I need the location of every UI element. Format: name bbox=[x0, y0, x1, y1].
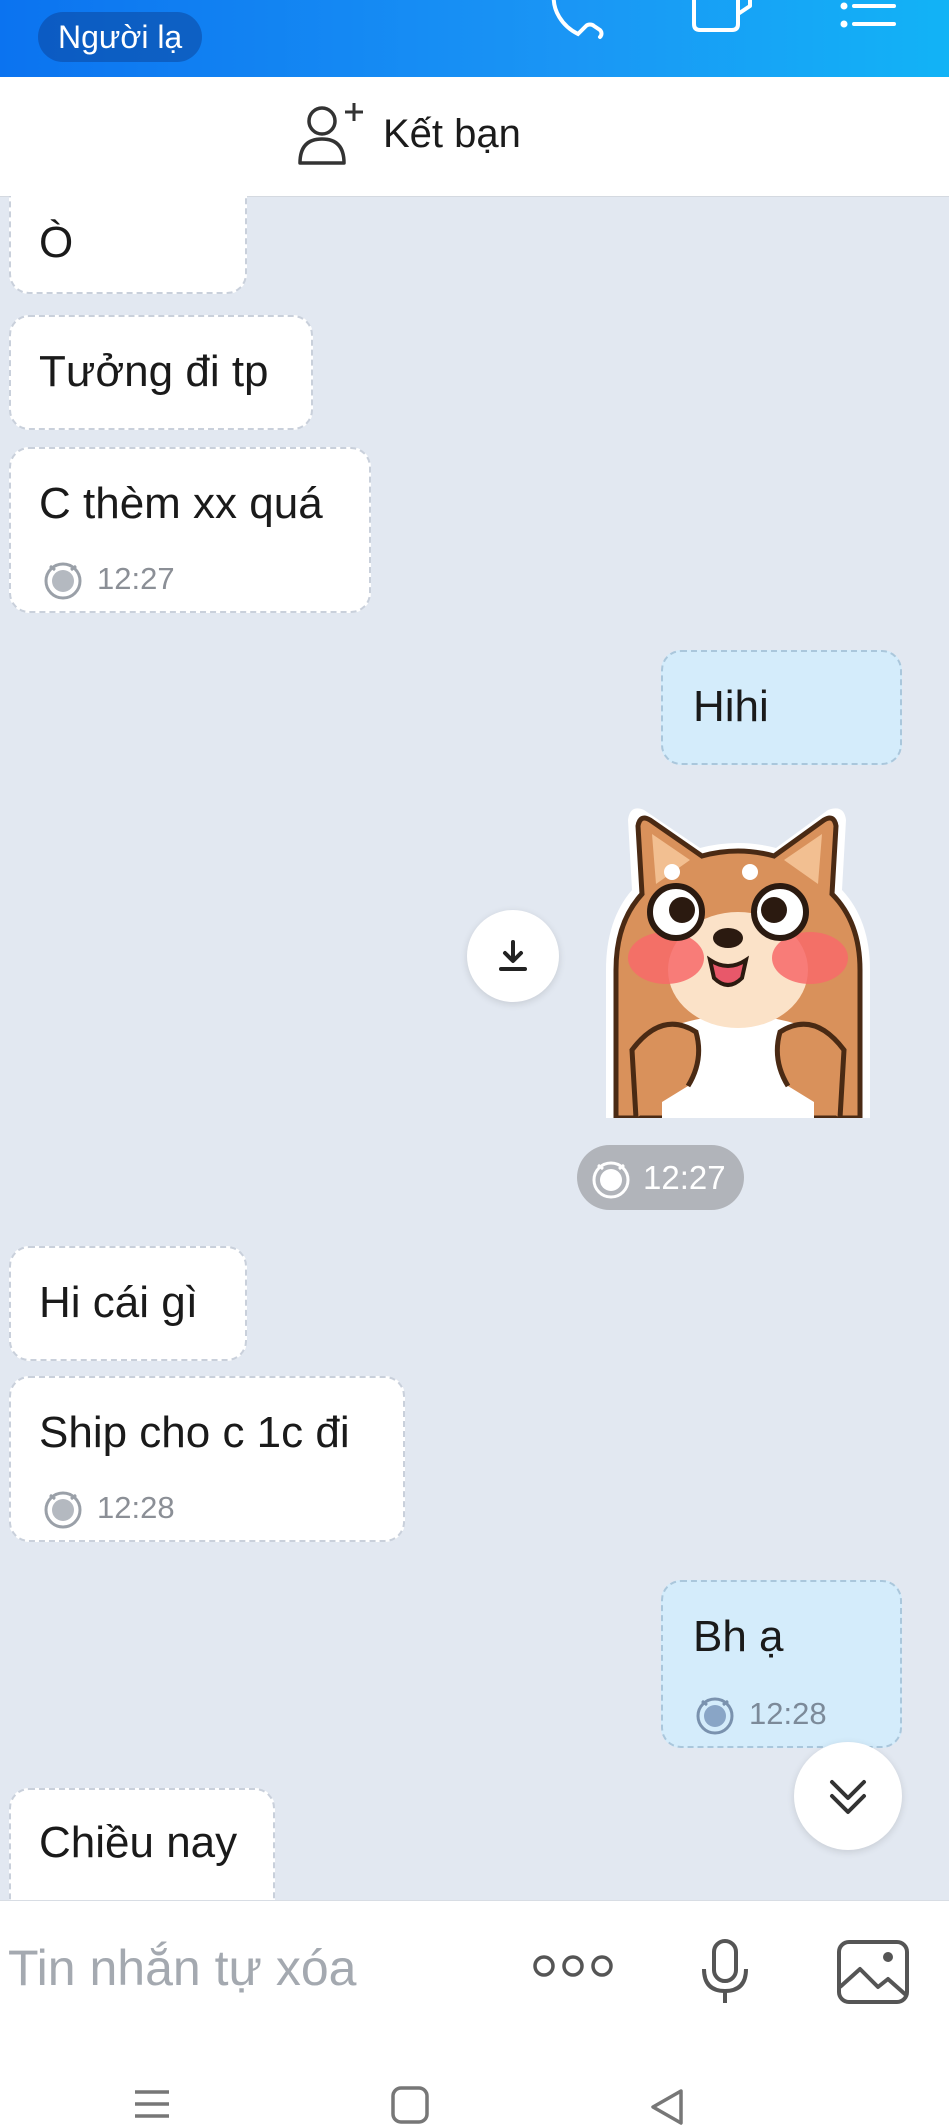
chat-header: Người lạ bbox=[0, 0, 949, 77]
add-person-icon bbox=[298, 103, 363, 165]
phone-icon[interactable] bbox=[548, 0, 608, 40]
message-sent[interactable]: Hihi bbox=[661, 650, 902, 765]
message-input[interactable]: Tin nhắn tự xóa bbox=[8, 1939, 357, 1997]
timer-icon bbox=[44, 562, 82, 600]
message-time: 12:27 bbox=[97, 561, 175, 596]
scroll-to-bottom-button[interactable] bbox=[794, 1742, 902, 1850]
message-meta: 12:28 bbox=[41, 1486, 175, 1530]
home-icon[interactable] bbox=[391, 2086, 429, 2126]
message-received[interactable]: Ship cho c 1c đi 12:28 bbox=[9, 1376, 405, 1542]
sticker-time-chip: 12:27 bbox=[577, 1145, 744, 1210]
download-icon bbox=[499, 940, 527, 971]
timer-icon bbox=[696, 1697, 734, 1735]
recent-apps-icon[interactable] bbox=[133, 2088, 171, 2124]
add-friend-label: Kết bạn bbox=[383, 112, 521, 156]
back-icon[interactable] bbox=[649, 2088, 685, 2126]
double-chevron-down-icon bbox=[830, 1780, 866, 1814]
message-composer: Tin nhắn tự xóa bbox=[0, 1900, 949, 2031]
message-sent[interactable]: Bh ạ 12:28 bbox=[661, 1580, 902, 1748]
more-dots-icon[interactable] bbox=[532, 1951, 614, 1981]
timer-icon bbox=[592, 1161, 630, 1198]
sticker-shiba-dog[interactable] bbox=[592, 800, 884, 1118]
video-call-icon[interactable] bbox=[690, 0, 754, 40]
message-meta: 12:27 bbox=[41, 557, 175, 601]
message-time: 12:28 bbox=[97, 1490, 175, 1525]
message-time: 12:28 bbox=[749, 1696, 827, 1731]
system-nav-bar bbox=[0, 2030, 949, 2126]
microphone-icon[interactable] bbox=[700, 1939, 750, 2007]
list-menu-icon[interactable] bbox=[838, 0, 898, 40]
image-icon[interactable] bbox=[836, 1939, 910, 2005]
message-received[interactable]: Chiều nay bbox=[9, 1788, 275, 1900]
message-meta: 12:28 bbox=[693, 1692, 827, 1736]
download-button[interactable] bbox=[467, 910, 559, 1002]
message-list[interactable]: Ò Tưởng đi tp C thèm xx quá 12:27 Hihi 1… bbox=[0, 196, 949, 1900]
status-badge: Người lạ bbox=[38, 12, 203, 62]
message-received[interactable]: Ò bbox=[9, 196, 247, 294]
message-received[interactable]: C thèm xx quá 12:27 bbox=[9, 447, 371, 613]
message-time: 12:27 bbox=[643, 1158, 726, 1196]
add-friend-bar[interactable]: Kết bạn bbox=[0, 77, 949, 197]
message-received[interactable]: Hi cái gì bbox=[9, 1246, 247, 1361]
message-received[interactable]: Tưởng đi tp bbox=[9, 315, 313, 430]
timer-icon bbox=[44, 1491, 82, 1529]
